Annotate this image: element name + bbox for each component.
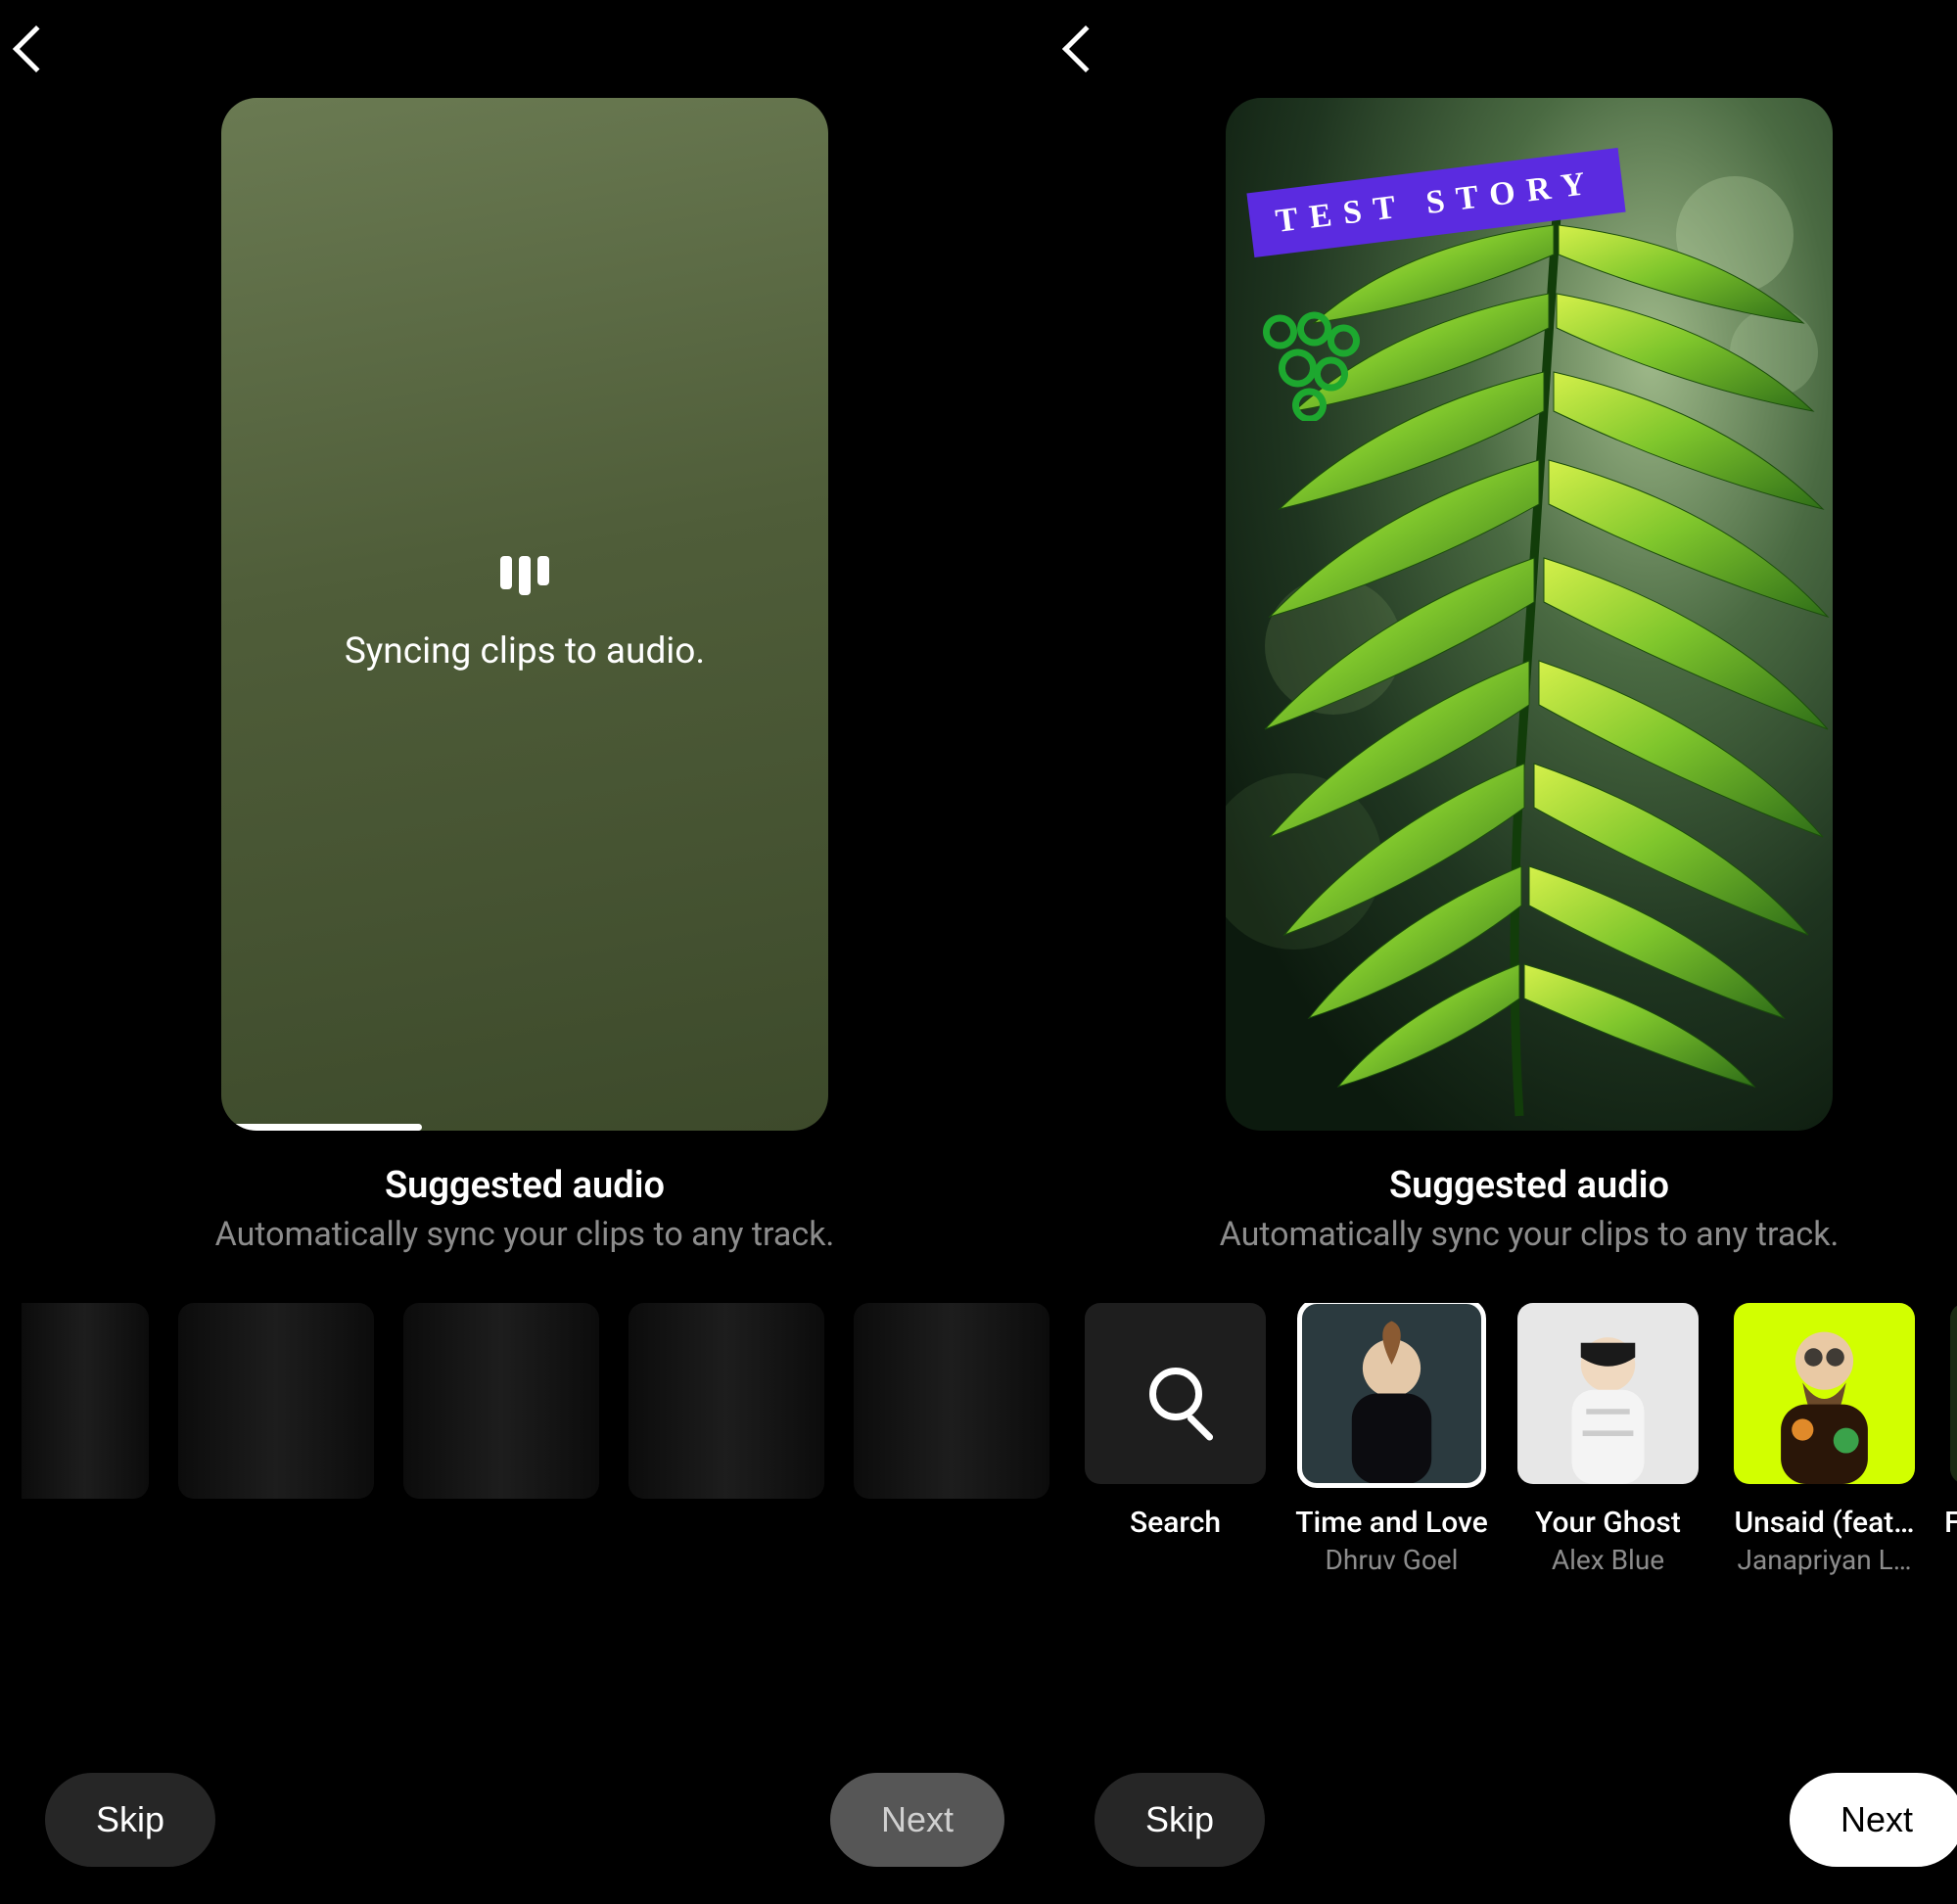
next-button[interactable]: Next xyxy=(830,1773,1004,1867)
track-thumb[interactable] xyxy=(1517,1303,1699,1484)
suggested-audio-header: Suggested audio Automatically sync your … xyxy=(0,1164,1049,1254)
audio-track-row[interactable]: Search Time and Love Dhruv Goel Your Gho… xyxy=(1049,1303,1957,1576)
search-thumb[interactable] xyxy=(1085,1303,1266,1484)
skeleton-tile xyxy=(178,1303,374,1499)
skeleton-tile xyxy=(629,1303,824,1499)
equalizer-icon xyxy=(500,556,549,595)
audio-track-fallin[interactable]: Fallin The xyxy=(1950,1303,1957,1576)
next-button[interactable]: Next xyxy=(1790,1773,1957,1867)
section-title: Suggested audio xyxy=(0,1164,1049,1207)
screen-loaded: TEST STORY Suggested audio Automatically… xyxy=(1049,0,1957,1904)
topbar xyxy=(0,0,1049,98)
track-artist: Janapriyan L… xyxy=(1738,1544,1912,1576)
story-preview-image xyxy=(1226,98,1833,1131)
back-icon[interactable] xyxy=(1062,25,1109,72)
topbar xyxy=(1049,0,1957,98)
track-thumb[interactable] xyxy=(1950,1303,1957,1484)
track-title: Unsaid (feat… xyxy=(1734,1506,1914,1540)
skeleton-tile xyxy=(403,1303,599,1499)
audio-track-row-skeleton xyxy=(0,1303,1049,1499)
skeleton-tile xyxy=(22,1303,149,1499)
section-subtitle: Automatically sync your clips to any tra… xyxy=(1049,1215,1957,1254)
skip-button[interactable]: Skip xyxy=(1095,1773,1265,1867)
audio-track-unsaid[interactable]: Unsaid (feat… Janapriyan L… xyxy=(1734,1303,1915,1576)
audio-track-time-and-love[interactable]: Time and Love Dhruv Goel xyxy=(1301,1303,1482,1576)
track-title: Fallin xyxy=(1944,1506,1957,1540)
bottom-bar: Skip Next xyxy=(0,1773,1049,1867)
search-icon xyxy=(1149,1368,1202,1420)
section-title: Suggested audio xyxy=(1049,1164,1957,1207)
audio-track-your-ghost[interactable]: Your Ghost Alex Blue xyxy=(1517,1303,1699,1576)
section-subtitle: Automatically sync your clips to any tra… xyxy=(0,1215,1049,1254)
screen-loading: Syncing clips to audio. Suggested audio … xyxy=(0,0,1049,1904)
preview-area: TEST STORY xyxy=(1049,98,1957,1131)
audio-search-tile[interactable]: Search xyxy=(1085,1303,1266,1576)
suggested-audio-header: Suggested audio Automatically sync your … xyxy=(1049,1164,1957,1254)
bottom-bar: Skip Next xyxy=(1049,1773,1957,1867)
track-title: Time and Love xyxy=(1295,1506,1488,1540)
back-icon[interactable] xyxy=(13,25,60,72)
track-title: Your Ghost xyxy=(1535,1506,1681,1540)
dual-screenshot-container: Syncing clips to audio. Suggested audio … xyxy=(0,0,1957,1904)
search-label: Search xyxy=(1130,1506,1221,1540)
preview-area: Syncing clips to audio. xyxy=(0,98,1049,1131)
track-artist: Alex Blue xyxy=(1552,1544,1664,1576)
track-thumb[interactable] xyxy=(1734,1303,1915,1484)
track-thumb[interactable] xyxy=(1301,1303,1482,1484)
loading-progress-bar xyxy=(221,1124,422,1131)
story-preview[interactable]: TEST STORY xyxy=(1226,98,1833,1131)
skeleton-tile xyxy=(854,1303,1049,1499)
track-artist: Dhruv Goel xyxy=(1326,1544,1459,1576)
skip-button[interactable]: Skip xyxy=(45,1773,215,1867)
story-preview-loading: Syncing clips to audio. xyxy=(221,98,828,1131)
swirl-sticker-icon[interactable] xyxy=(1251,294,1369,421)
loading-text: Syncing clips to audio. xyxy=(345,630,705,673)
